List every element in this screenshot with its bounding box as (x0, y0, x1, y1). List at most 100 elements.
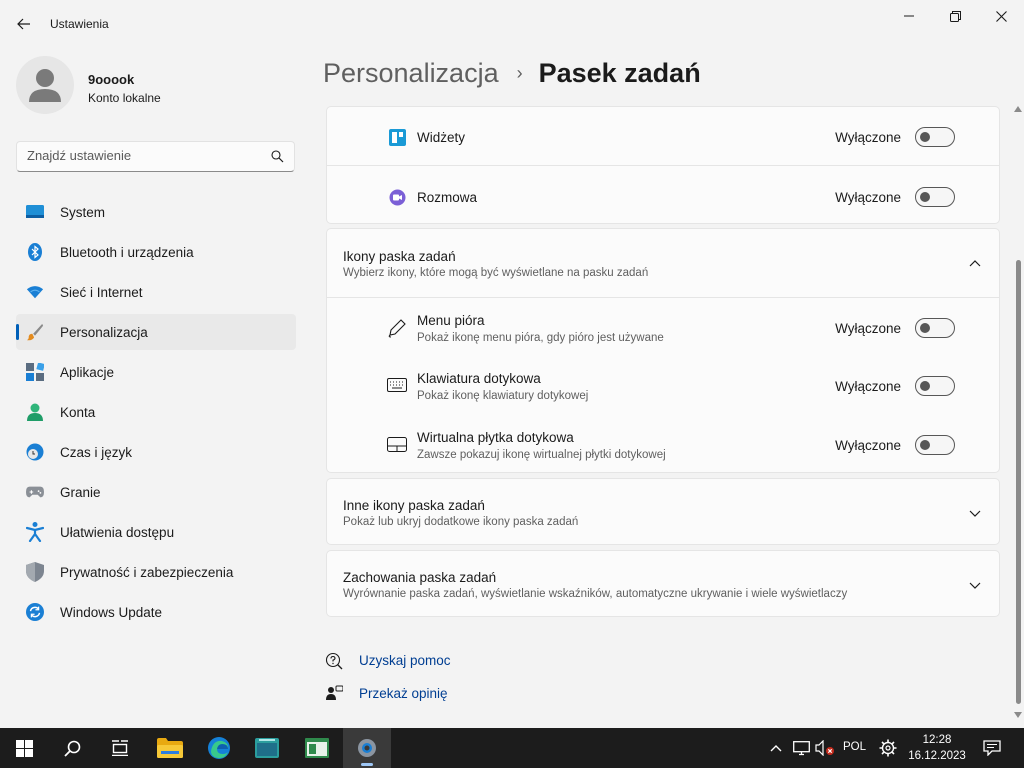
chat-row: Rozmowa Wyłączone (327, 165, 999, 225)
restore-icon (949, 10, 961, 22)
network-icon (792, 740, 810, 755)
section-subtitle: Pokaż lub ukryj dodatkowe ikony paska za… (343, 516, 579, 528)
scroll-down-icon[interactable] (1014, 712, 1022, 718)
settings-app-button[interactable] (343, 728, 391, 768)
sidebar-item-personalization[interactable]: Personalizacja (16, 314, 296, 350)
volume-tray-button[interactable] (814, 728, 836, 768)
avatar (16, 56, 74, 114)
back-button[interactable] (10, 10, 38, 38)
virtual-touchpad-title: Wirtualna płytka dotykowa (417, 430, 574, 445)
touch-keyboard-toggle[interactable] (915, 376, 955, 396)
sidebar-item-label: Czas i język (60, 445, 133, 460)
app-button-2[interactable] (293, 728, 341, 768)
sidebar-item-gaming[interactable]: Granie (16, 474, 296, 510)
chat-state: Wyłączone (835, 190, 901, 205)
keyboard-icon (387, 375, 407, 395)
section-subtitle: Wyrównanie paska zadań, wyświetlanie wsk… (343, 588, 848, 600)
sidebar-item-network[interactable]: Sieć i Internet (16, 274, 296, 310)
close-button[interactable] (978, 0, 1024, 32)
pen-menu-toggle[interactable] (915, 318, 955, 338)
settings-gear-icon (358, 739, 376, 757)
app-button-1[interactable] (243, 728, 291, 768)
breadcrumb-parent[interactable]: Personalizacja (323, 58, 499, 89)
notifications-button[interactable] (980, 728, 1004, 768)
file-explorer-button[interactable] (146, 728, 194, 768)
scroll-thumb[interactable] (1016, 260, 1021, 704)
search-icon[interactable] (271, 150, 284, 163)
app-title: Ustawienia (50, 17, 109, 31)
sidebar-item-accounts[interactable]: Konta (16, 394, 296, 430)
sidebar-item-time-language[interactable]: Czas i język (16, 434, 296, 470)
chevron-down-icon[interactable] (967, 505, 983, 521)
taskbar-icons-header[interactable]: Ikony paska zadań Wybierz ikony, które m… (327, 229, 999, 297)
breadcrumb: Personalizacja › Pasek zadań (323, 58, 701, 89)
language-indicator[interactable]: POL (843, 741, 866, 753)
pen-menu-state: Wyłączone (835, 321, 901, 336)
shield-icon (26, 562, 44, 582)
task-view-button[interactable] (96, 728, 144, 768)
other-icons-section[interactable]: Inne ikony paska zadań Pokaż lub ukryj d… (326, 478, 1000, 545)
sidebar-item-windows-update[interactable]: Windows Update (16, 594, 296, 630)
maximize-button[interactable] (932, 0, 978, 32)
virtual-touchpad-subtitle: Zawsze pokazuj ikonę wirtualnej płytki d… (417, 449, 666, 461)
chat-toggle[interactable] (915, 187, 955, 207)
user-name: 9ooook (88, 72, 135, 87)
scroll-up-icon[interactable] (1014, 106, 1022, 112)
system-icon (26, 203, 44, 221)
sidebar-item-system[interactable]: System (16, 194, 296, 230)
virtual-touchpad-state: Wyłączone (835, 438, 901, 453)
sidebar-item-label: Sieć i Internet (60, 285, 143, 300)
get-help-link[interactable]: Uzyskaj pomoc (359, 653, 451, 668)
taskbar-search-button[interactable] (48, 728, 96, 768)
sidebar-item-label: System (60, 205, 106, 220)
virtual-touchpad-toggle[interactable] (915, 435, 955, 455)
clock-time: 12:28 (922, 734, 952, 746)
app-window-icon (305, 738, 329, 758)
page-title: Pasek zadań (538, 58, 701, 88)
chevron-down-icon[interactable] (967, 577, 983, 593)
arrow-left-icon (17, 18, 30, 30)
behaviors-section[interactable]: Zachowania paska zadań Wyrównanie paska … (326, 550, 1000, 617)
scrollbar[interactable] (1013, 106, 1023, 726)
sidebar-item-privacy[interactable]: Prywatność i zabezpieczenia (16, 554, 296, 590)
sidebar-item-accessibility[interactable]: Ułatwienia dostępu (16, 514, 296, 550)
feedback-icon (324, 684, 344, 704)
touch-keyboard-state: Wyłączone (835, 379, 901, 394)
close-icon (995, 10, 1007, 22)
touch-keyboard-row: Klawiatura dotykowa Pokaż ikonę klawiatu… (327, 356, 999, 415)
search-box[interactable] (16, 141, 295, 172)
breadcrumb-separator: › (516, 63, 523, 83)
sidebar-item-bluetooth[interactable]: Bluetooth i urządzenia (16, 234, 296, 270)
quick-settings-button[interactable] (876, 728, 900, 768)
feedback-link[interactable]: Przekaż opinię (359, 686, 448, 701)
search-input[interactable] (27, 148, 257, 163)
widgets-toggle[interactable] (915, 127, 955, 147)
sidebar-item-label: Prywatność i zabezpieczenia (60, 565, 234, 580)
minimize-icon (904, 15, 914, 17)
clock[interactable]: 12:28 16.12.2023 (905, 732, 969, 764)
gear-icon (879, 739, 897, 757)
apps-icon (26, 363, 44, 381)
widgets-row: Widżety Wyłączone (327, 107, 999, 166)
edge-icon (208, 737, 230, 759)
task-view-icon (112, 740, 128, 756)
section-subtitle: Wybierz ikony, które mogą być wyświetlan… (343, 267, 649, 279)
sidebar-item-apps[interactable]: Aplikacje (16, 354, 296, 390)
section-title: Zachowania paska zadań (343, 570, 497, 585)
taskbar-icons-section: Ikony paska zadań Wybierz ikony, które m… (326, 228, 1000, 473)
touchpad-icon (387, 434, 407, 454)
edge-button[interactable] (195, 728, 243, 768)
show-hidden-icons-button[interactable] (766, 728, 786, 768)
chevron-up-icon[interactable] (967, 255, 983, 271)
sidebar-item-label: Personalizacja (60, 325, 148, 340)
chevron-up-icon (770, 745, 782, 752)
network-tray-button[interactable] (790, 728, 812, 768)
sidebar-item-label: Bluetooth i urządzenia (60, 245, 194, 260)
minimize-button[interactable] (886, 0, 932, 32)
widgets-state: Wyłączone (835, 130, 901, 145)
section-title: Inne ikony paska zadań (343, 498, 485, 513)
user-profile[interactable]: 9ooook Konto lokalne (16, 56, 296, 118)
pen-menu-subtitle: Pokaż ikonę menu pióra, gdy pióro jest u… (417, 332, 664, 344)
start-button[interactable] (0, 728, 48, 768)
virtual-touchpad-row: Wirtualna płytka dotykowa Zawsze pokazuj… (327, 415, 999, 474)
